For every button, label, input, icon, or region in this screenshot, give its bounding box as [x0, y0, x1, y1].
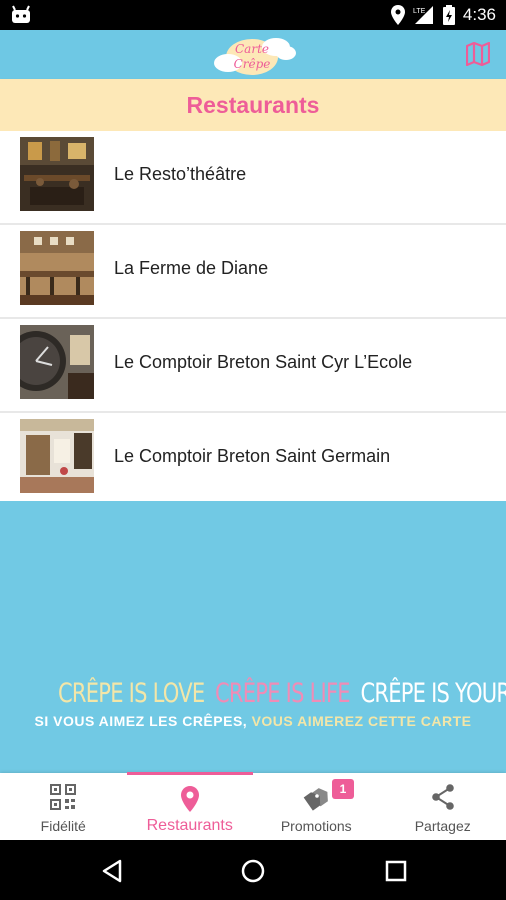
- slogan-line-2-b: VOUS AIMEREZ CETTE CARTE: [251, 713, 472, 729]
- nav-label: Fidélité: [40, 818, 86, 834]
- status-bar: LTE 4:36: [0, 0, 506, 30]
- restaurant-name: Le Comptoir Breton Saint Germain: [114, 446, 391, 466]
- nav-label: Partagez: [414, 818, 471, 834]
- slogan-love: CRÊPE IS LOVE: [58, 678, 205, 709]
- page-title: Restaurants: [0, 79, 506, 131]
- android-icon: [12, 5, 30, 23]
- restaurant-photo: [20, 231, 94, 305]
- restaurant-name: Le Resto’théâtre: [114, 164, 247, 184]
- back-icon[interactable]: [99, 858, 125, 884]
- bottom-nav: Fidélité Restaurants Promotions Partagez: [0, 772, 506, 840]
- restaurant-name: Le Comptoir Breton Saint Cyr L’Ecole: [114, 352, 413, 372]
- slogan-line-2-a: SI VOUS AIMEZ LES CRÊPES,: [34, 713, 248, 729]
- restaurant-photo: [20, 419, 94, 493]
- tags-icon: [303, 788, 329, 811]
- slogan-yours: CRÊPE IS YOURS: [360, 678, 506, 709]
- clock: 4:36: [462, 5, 496, 24]
- nav-item-partagez[interactable]: Partagez: [380, 773, 506, 840]
- svg-text:Crêpe: Crêpe: [234, 57, 271, 71]
- restaurant-row[interactable]: Le Comptoir Breton Saint Cyr L’Ecole: [0, 319, 506, 413]
- qr-code-icon: [50, 784, 77, 810]
- location-icon: [390, 5, 405, 25]
- map-icon[interactable]: [466, 42, 490, 66]
- system-nav-bar: [0, 840, 506, 900]
- battery-icon: [442, 5, 455, 25]
- svg-text:LTE: LTE: [413, 8, 426, 15]
- svg-text:Carte: Carte: [235, 42, 269, 56]
- restaurant-list: Le Resto’théâtre La Ferme de Diane Le Co…: [0, 131, 506, 501]
- share-icon: [431, 784, 454, 810]
- recents-icon[interactable]: [383, 858, 409, 884]
- restaurant-row[interactable]: Le Comptoir Breton Saint Germain: [0, 413, 506, 505]
- nav-item-fidelite[interactable]: Fidélité: [0, 773, 127, 840]
- restaurant-photo: [20, 325, 94, 399]
- promotions-badge: 1: [332, 779, 354, 799]
- restaurant-row[interactable]: Le Resto’théâtre: [0, 131, 506, 225]
- restaurant-row[interactable]: La Ferme de Diane: [0, 225, 506, 319]
- signal-icon: LTE: [413, 6, 433, 24]
- nav-label: Restaurants: [146, 817, 233, 834]
- nav-item-restaurants[interactable]: Restaurants: [126, 772, 253, 840]
- carte-crepe-logo: Carte Crêpe: [214, 38, 296, 75]
- nav-item-promotions[interactable]: Promotions: [253, 773, 380, 840]
- home-icon[interactable]: [240, 858, 266, 884]
- app-bar: Carte Crêpe: [0, 30, 506, 79]
- restaurant-name: La Ferme de Diane: [114, 258, 269, 278]
- slogan-line-2: SI VOUS AIMEZ LES CRÊPES, VOUS AIMEREZ C…: [0, 713, 506, 729]
- restaurant-photo: [20, 137, 94, 211]
- slogan: CRÊPE IS LOVE CRÊPE IS LIFE CRÊPE IS YOU…: [0, 678, 506, 729]
- nav-label: Promotions: [280, 818, 352, 834]
- slogan-line-1: CRÊPE IS LOVE CRÊPE IS LIFE CRÊPE IS YOU…: [56, 678, 506, 709]
- location-pin-icon: [180, 786, 199, 812]
- slogan-life: CRÊPE IS LIFE: [214, 678, 351, 709]
